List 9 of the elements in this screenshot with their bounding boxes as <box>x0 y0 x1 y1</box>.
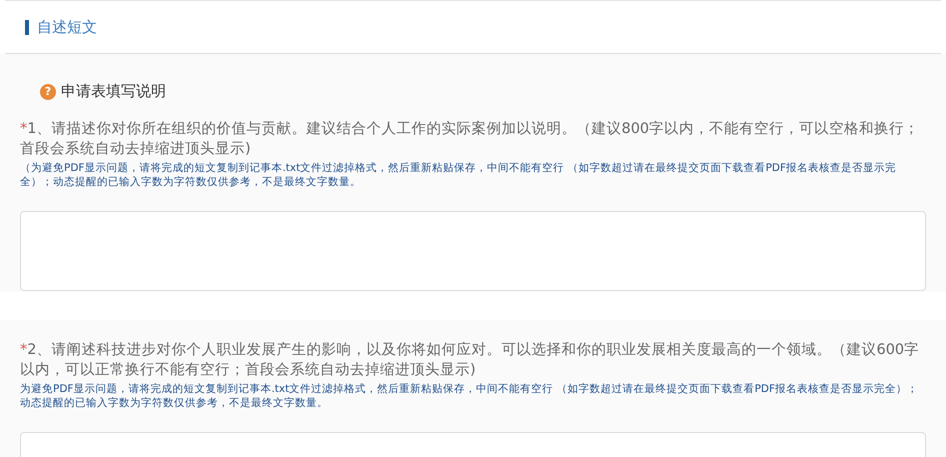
help-label: 申请表填写说明 <box>61 82 166 101</box>
answer-box[interactable] <box>20 211 926 291</box>
title-accent-bar <box>25 20 29 34</box>
help-icon: ? <box>40 84 56 100</box>
question-note: 为避免PDF显示问题，请将完成的短文复制到记事本.txt文件过滤掉格式，然后重新粘贴保存，中间不能有空行 （如字数超过请在最终提交页面下载查看PDF报名表核查是否显示完全）；动态提醒的已输入字数为字符数仅供参考，不是最终文字数量。 <box>20 382 920 410</box>
question-text: *2、请阐述科技进步对你个人职业发展产生的影响，以及你将如何应对。可以选择和你的职业发展相关度最高的一个领域。（建议600字以内，可以正常换行不能有空行；首段会系统自动去掉缩进顶头显示) <box>20 340 920 380</box>
section-title: 自述短文 <box>37 18 97 36</box>
question-note: （为避免PDF显示问题，请将完成的短文复制到记事本.txt文件过滤掉格式，然后重新粘贴保存，中间不能有空行 （如字数超过请在最终提交页面下载查看PDF报名表核查是否显示完全）；动态提醒的已输入字数为字符数仅供参考，不是最终文字数量。 <box>20 161 898 189</box>
question-text: *1、请描述你对你所在组织的价值与贡献。建议结合个人工作的实际案例加以说明。（建议800字以内，不能有空行，可以空格和换行；首段会系统自动去掉缩进顶头显示) <box>20 120 920 159</box>
